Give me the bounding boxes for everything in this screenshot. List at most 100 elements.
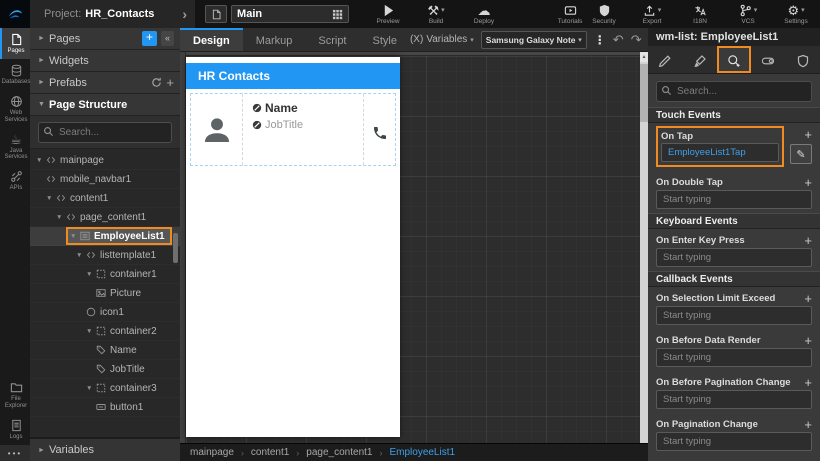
event-handler-input[interactable] xyxy=(656,190,812,209)
event-handler-input[interactable] xyxy=(661,143,779,162)
page-structure-tree: ▼mainpagemobile_navbar1▼content1▼page_co… xyxy=(30,149,180,437)
list-item-template[interactable]: Name JobTitle xyxy=(191,94,395,165)
sidebar-item-databases[interactable]: Databases xyxy=(0,59,30,90)
sidebar-item-logs[interactable]: Logs xyxy=(0,414,30,445)
tree-node-container1[interactable]: ▼container1 xyxy=(30,265,180,284)
tree-node-page_content1[interactable]: ▼page_content1 xyxy=(30,208,180,227)
topbar-action-deploy[interactable]: ☁Deploy xyxy=(467,3,501,25)
topbar-action-settings[interactable]: ⚙▾Settings xyxy=(779,3,813,25)
design-canvas[interactable]: HR Contacts Name xyxy=(180,52,648,443)
variables-dropdown[interactable]: (X) Variables ▾ xyxy=(410,34,474,45)
device-preview-frame: HR Contacts Name xyxy=(186,57,400,437)
topbar-action-export[interactable]: ▾Export xyxy=(635,3,669,25)
sidebar-item-java-services[interactable]: ☕Java Services xyxy=(0,128,30,166)
sidebar-item-pages[interactable]: Pages xyxy=(0,28,30,59)
page-select-dropdown[interactable]: Main xyxy=(231,5,349,23)
list-item-text-container[interactable]: Name JobTitle xyxy=(243,94,363,165)
properties-tab[interactable] xyxy=(648,46,682,73)
tree-node-button1[interactable]: button1 xyxy=(30,398,180,417)
tab-script[interactable]: Script xyxy=(305,28,359,51)
security-tab[interactable] xyxy=(786,46,820,73)
topbar-action-vcs[interactable]: ▾VCS xyxy=(731,3,765,25)
add-event-button[interactable]: + xyxy=(804,376,812,389)
event-handler-input[interactable] xyxy=(656,390,812,409)
grid-icon[interactable] xyxy=(332,9,343,20)
tree-node-mainpage[interactable]: ▼mainpage xyxy=(30,151,180,170)
security-icon-row xyxy=(598,3,611,17)
tab-style[interactable]: Style xyxy=(360,28,410,51)
breadcrumb-item-EmployeeList1[interactable]: EmployeeList1 xyxy=(389,447,455,458)
left-panel-scrollbar[interactable] xyxy=(173,233,178,263)
refresh-icon[interactable] xyxy=(151,77,162,88)
coffee-icon: ☕ xyxy=(10,133,22,146)
scrollbar-thumb[interactable] xyxy=(640,64,648,122)
name-label-widget[interactable]: Name xyxy=(265,101,298,115)
topbar-action-build[interactable]: ⚒▾Build xyxy=(419,3,453,25)
breadcrumb-item-mainpage[interactable]: mainpage xyxy=(190,447,234,458)
employee-list-widget[interactable]: Name JobTitle xyxy=(190,93,396,166)
sidebar-item-web-services[interactable]: Web Services xyxy=(0,90,30,128)
edit-script-button[interactable]: ✎ xyxy=(790,144,812,164)
tree-node-EmployeeList1[interactable]: ▼EmployeeList1 xyxy=(30,227,180,246)
event-handler-input[interactable] xyxy=(656,432,812,451)
topbar-action-tutorials[interactable]: Tutorials xyxy=(553,3,587,25)
tree-node-listtemplate1[interactable]: ▼listtemplate1 xyxy=(30,246,180,265)
picture-widget[interactable] xyxy=(191,94,243,165)
tree-node-icon1[interactable]: icon1 xyxy=(30,303,180,322)
rail-overflow-button[interactable]: ••• xyxy=(0,445,30,461)
device-tab[interactable] xyxy=(751,46,785,73)
jobtitle-label-widget[interactable]: JobTitle xyxy=(265,119,303,131)
undo-button[interactable]: ↶ xyxy=(613,32,624,48)
add-icon[interactable]: + xyxy=(166,75,174,90)
add-event-button[interactable]: + xyxy=(804,234,812,247)
project-switch-chevron[interactable]: › xyxy=(182,6,187,22)
event-handler-input[interactable] xyxy=(656,348,812,367)
rail-label-web-services: Web Services xyxy=(2,110,30,124)
section-header-pages[interactable]: ►Pages+« xyxy=(30,28,180,50)
event-handler-input[interactable] xyxy=(656,306,812,325)
topbar-action-preview[interactable]: Preview xyxy=(371,3,405,25)
topbar-action-i18n[interactable]: I18N xyxy=(683,3,717,25)
tree-node-JobTitle[interactable]: JobTitle xyxy=(30,360,180,379)
section-header-prefabs[interactable]: ►Prefabs+ xyxy=(30,72,180,94)
breadcrumb-item-content1[interactable]: content1 xyxy=(251,447,289,458)
collapse-panel-button[interactable]: « xyxy=(161,31,174,46)
tab-design[interactable]: Design xyxy=(180,28,243,51)
sidebar-item-apis[interactable]: APIs xyxy=(0,165,30,196)
tree-node-container3[interactable]: ▼container3 xyxy=(30,379,180,398)
add-event-button[interactable]: + xyxy=(804,176,812,189)
deploy-icon-row: ☁ xyxy=(478,3,491,17)
event-handler-input[interactable] xyxy=(656,248,812,267)
tree-node-mobile_navbar1[interactable]: mobile_navbar1 xyxy=(30,170,180,189)
add-event-button[interactable]: + xyxy=(804,128,812,141)
styles-tab[interactable] xyxy=(682,46,716,73)
add-event-button[interactable]: + xyxy=(804,292,812,305)
mobile-navbar[interactable]: HR Contacts xyxy=(186,63,400,89)
canvas-scrollbar[interactable]: ▲ xyxy=(640,52,648,443)
tree-node-Name[interactable]: Name xyxy=(30,341,180,360)
add-event-button[interactable]: + xyxy=(804,418,812,431)
call-button-widget[interactable] xyxy=(363,94,395,165)
add-event-button[interactable]: + xyxy=(804,334,812,347)
breadcrumb-item-page_content1[interactable]: page_content1 xyxy=(306,447,372,458)
device-selector[interactable]: Samsung Galaxy Note III ▾ xyxy=(481,31,587,49)
variables-section[interactable]: ► Variables xyxy=(30,437,180,461)
events-search-input[interactable] xyxy=(656,81,812,102)
structure-search-input[interactable] xyxy=(38,122,172,143)
section-header-widgets[interactable]: ►Widgets xyxy=(30,50,180,72)
tree-node-Picture[interactable]: Picture xyxy=(30,284,180,303)
tree-node-content1[interactable]: ▼content1 xyxy=(30,189,180,208)
tab-markup[interactable]: Markup xyxy=(243,28,306,51)
event-on-enter-key-press: On Enter Key Press+ xyxy=(648,229,820,271)
section-header-page-structure[interactable]: ▼Page Structure xyxy=(30,94,180,116)
section-actions-pages: +« xyxy=(142,31,174,46)
tree-node-container2[interactable]: ▼container2 xyxy=(30,322,180,341)
sidebar-item-file-explorer[interactable]: File Explorer xyxy=(0,376,30,414)
add-page-button[interactable]: + xyxy=(142,31,157,46)
topbar-action-security[interactable]: Security xyxy=(587,3,621,25)
events-tab[interactable] xyxy=(717,46,751,73)
search-icon xyxy=(661,85,672,96)
more-options-button[interactable]: ⋮ xyxy=(594,33,606,47)
redo-button[interactable]: ↷ xyxy=(631,32,642,48)
scroll-up-icon[interactable]: ▲ xyxy=(640,52,648,62)
